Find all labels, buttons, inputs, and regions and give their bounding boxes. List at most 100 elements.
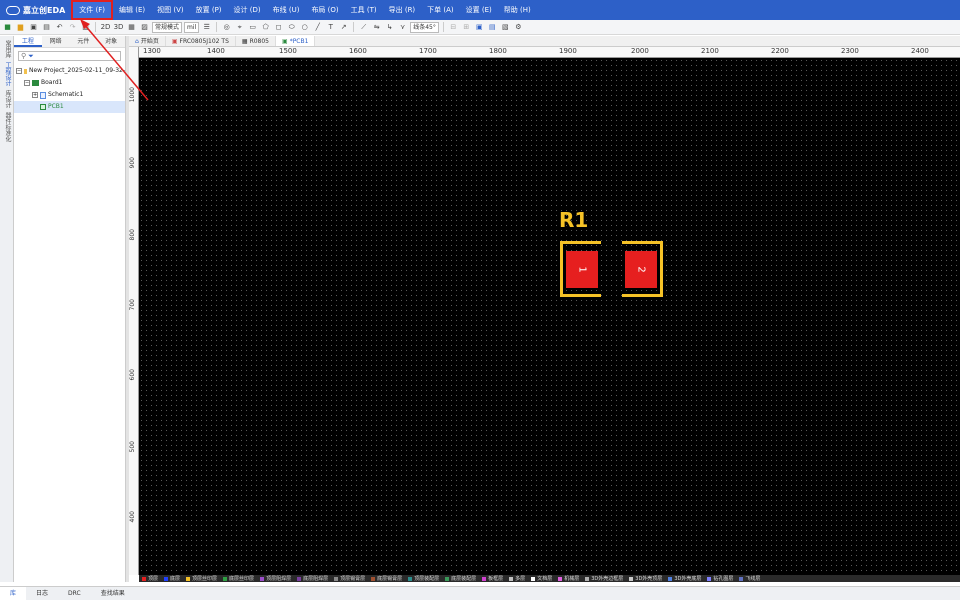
print-icon[interactable]: ▥ bbox=[80, 22, 91, 33]
layer-item[interactable]: 机械层 bbox=[555, 575, 582, 582]
layer-item[interactable]: 3D外壳顶层 bbox=[626, 575, 665, 582]
angle-select[interactable]: 线条45° bbox=[410, 21, 439, 33]
differential-icon[interactable]: ⇋ bbox=[371, 22, 382, 33]
tab-net[interactable]: 网络 bbox=[42, 36, 70, 47]
image-icon[interactable]: ▨ bbox=[139, 22, 150, 33]
tab-project[interactable]: 工程 bbox=[14, 36, 42, 47]
pad-1[interactable]: 1 bbox=[566, 251, 598, 288]
layer-item[interactable]: 顶层装配层 bbox=[405, 575, 442, 582]
tree-item-board[interactable]: − Board1 bbox=[14, 77, 125, 89]
filter-icon[interactable]: ⏷ bbox=[28, 52, 34, 61]
menu-view[interactable]: 视图 (V) bbox=[151, 0, 189, 20]
tree-item-project[interactable]: − New Project_2025-02-11_09-32- bbox=[14, 65, 125, 77]
tab-start-page[interactable]: ⌂ 开始页 bbox=[129, 36, 166, 46]
rail-component-standard[interactable]: 器件标准化 bbox=[3, 112, 12, 142]
tab-footprint[interactable]: ▦ R0805 bbox=[236, 36, 277, 46]
menu-place[interactable]: 放置 (P) bbox=[190, 0, 228, 20]
align-icon[interactable]: ⊟ bbox=[448, 22, 459, 33]
new-file-icon[interactable]: ■ bbox=[2, 22, 13, 33]
tab-object[interactable]: 对象 bbox=[97, 36, 125, 47]
text-icon[interactable]: T bbox=[325, 22, 336, 33]
menu-edit[interactable]: 编辑 (E) bbox=[113, 0, 151, 20]
split-icon[interactable]: ⋎ bbox=[397, 22, 408, 33]
menu-settings[interactable]: 设置 (E) bbox=[460, 0, 498, 20]
layer-label: 底层装配层 bbox=[451, 576, 477, 582]
collapse-icon[interactable]: − bbox=[24, 80, 30, 86]
redo-icon[interactable]: ↷ bbox=[67, 22, 78, 33]
menu-help[interactable]: 帮助 (H) bbox=[498, 0, 537, 20]
layer-item[interactable]: 顶层阻焊层 bbox=[257, 575, 294, 582]
menu-tools[interactable]: 工具 (T) bbox=[345, 0, 383, 20]
home-icon: ⌂ bbox=[135, 37, 139, 45]
layer-item[interactable]: 多层 bbox=[506, 575, 528, 582]
pcb-canvas[interactable]: R1 1 2 bbox=[139, 58, 960, 575]
rectangle-icon[interactable]: ▭ bbox=[247, 22, 258, 33]
rail-library-design[interactable]: 库设计 bbox=[3, 90, 12, 108]
bottom-tab-drc[interactable]: DRC bbox=[58, 587, 91, 600]
rail-project-design[interactable]: 工程设计 bbox=[3, 62, 12, 86]
bottom-tab-log[interactable]: 日志 bbox=[26, 587, 58, 600]
library-icon[interactable]: ▧ bbox=[500, 22, 511, 33]
menu-route[interactable]: 布线 (U) bbox=[267, 0, 306, 20]
circle-icon[interactable]: ○ bbox=[299, 22, 310, 33]
layer-item[interactable]: 底层阻焊层 bbox=[294, 575, 331, 582]
unit-select[interactable]: mil bbox=[184, 21, 200, 33]
tree-item-pcb[interactable]: PCB1 bbox=[14, 101, 125, 113]
layer-item[interactable]: 3D外壳底层 bbox=[665, 575, 704, 582]
oval-icon[interactable]: ⬭ bbox=[286, 22, 297, 33]
menu-layout[interactable]: 布局 (O) bbox=[305, 0, 344, 20]
target-icon[interactable]: ◎ bbox=[221, 22, 232, 33]
collapse-icon[interactable]: − bbox=[16, 68, 22, 74]
toolbar: ■ ▆ ▣ ▤ ↶ ↷ ▥ 2D 3D ▦ ▨ 常规模式 mil ☰ ◎ ⌖ ▭… bbox=[0, 20, 960, 35]
menu-export[interactable]: 导出 (R) bbox=[383, 0, 422, 20]
save-all-icon[interactable]: ▤ bbox=[41, 22, 52, 33]
view-2d-button[interactable]: 2D bbox=[100, 22, 111, 33]
layer-item[interactable]: 底层锡膏层 bbox=[368, 575, 405, 582]
layer-item[interactable]: 顶层丝印层 bbox=[183, 575, 220, 582]
tab-symbol[interactable]: ▣ FRC0805J102 TS bbox=[166, 36, 236, 46]
layer-item[interactable]: 顶层 bbox=[139, 575, 161, 582]
layer-item[interactable]: 板框层 bbox=[479, 575, 506, 582]
region-icon[interactable]: ◻ bbox=[273, 22, 284, 33]
layer-item[interactable]: 飞线层 bbox=[736, 575, 763, 582]
wire-icon[interactable]: ↗ bbox=[338, 22, 349, 33]
polygon-icon[interactable]: ⬠ bbox=[260, 22, 271, 33]
bottom-tab-library[interactable]: 库 bbox=[0, 587, 27, 600]
layer-item[interactable]: 钻孔图层 bbox=[704, 575, 736, 582]
mode-select[interactable]: 常规模式 bbox=[152, 21, 183, 33]
layer-item[interactable]: 3D外壳边框层 bbox=[582, 575, 626, 582]
grid-icon[interactable]: ▦ bbox=[126, 22, 137, 33]
panel-search[interactable]: ⚲ ⏷ bbox=[18, 51, 121, 61]
tab-component[interactable]: 元件 bbox=[70, 36, 98, 47]
settings-gear-icon[interactable]: ⚙ bbox=[513, 22, 524, 33]
component-designator[interactable]: R1 bbox=[559, 208, 588, 232]
layer-stack-icon[interactable]: ☰ bbox=[201, 22, 212, 33]
layer-color-swatch bbox=[260, 576, 265, 581]
tree-item-schematic[interactable]: + Schematic1 bbox=[14, 89, 125, 101]
tab-pcb1[interactable]: ▣ *PCB1 bbox=[276, 36, 316, 46]
component-icon[interactable]: ▤ bbox=[487, 22, 498, 33]
bend-icon[interactable]: ↳ bbox=[384, 22, 395, 33]
line-icon[interactable]: ╱ bbox=[312, 22, 323, 33]
layer-item[interactable]: 底层 bbox=[161, 575, 183, 582]
save-icon[interactable]: ▣ bbox=[28, 22, 39, 33]
distribute-icon[interactable]: ⊞ bbox=[461, 22, 472, 33]
open-folder-icon[interactable]: ▆ bbox=[15, 22, 26, 33]
layer-item[interactable]: 底层装配层 bbox=[442, 575, 479, 582]
layer-item[interactable]: 顶层锡膏层 bbox=[331, 575, 368, 582]
menu-design[interactable]: 设计 (D) bbox=[228, 0, 267, 20]
rail-common-library[interactable]: 常用库 bbox=[3, 40, 12, 58]
menu-file[interactable]: 文件 (F) bbox=[71, 0, 114, 20]
undo-icon[interactable]: ↶ bbox=[54, 22, 65, 33]
bottom-tab-find-results[interactable]: 查找结果 bbox=[91, 587, 135, 600]
view-3d-button[interactable]: 3D bbox=[113, 22, 124, 33]
pad-2[interactable]: 2 bbox=[625, 251, 657, 288]
expand-icon[interactable]: + bbox=[32, 92, 38, 98]
panel-icon[interactable]: ▣ bbox=[474, 22, 485, 33]
route-icon[interactable]: ⟋ bbox=[358, 22, 369, 33]
layer-item[interactable]: 文档层 bbox=[528, 575, 555, 582]
menu-order[interactable]: 下单 (A) bbox=[421, 0, 459, 20]
pin-icon[interactable]: ⌖ bbox=[234, 22, 245, 33]
layer-item[interactable]: 底层丝印层 bbox=[220, 575, 257, 582]
layer-color-swatch bbox=[629, 576, 634, 581]
